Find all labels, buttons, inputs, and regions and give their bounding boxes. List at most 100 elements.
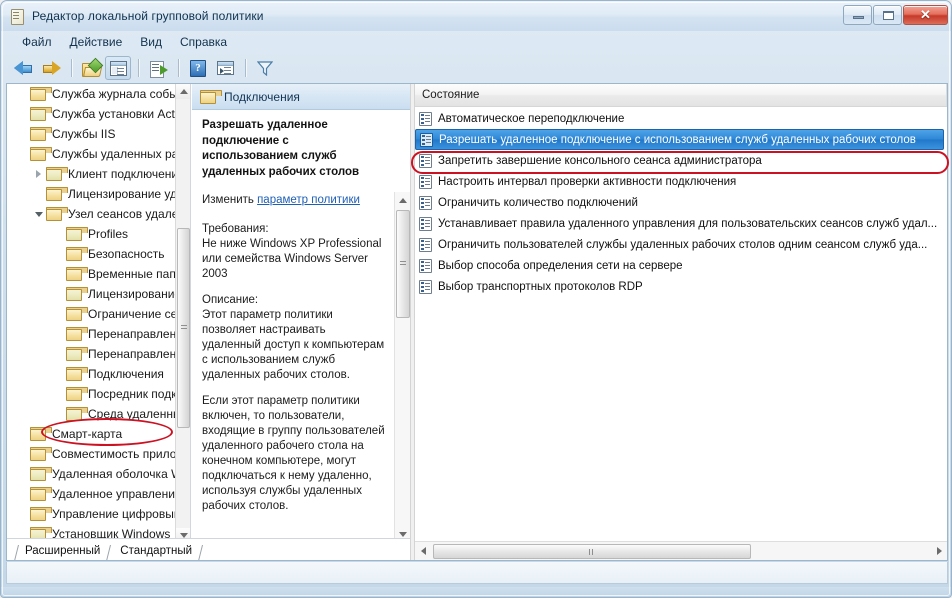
policy-row-selected[interactable]: Разрешать удаленное подключение с исполь…	[415, 129, 944, 150]
list-horizontal-scrollbar[interactable]	[415, 541, 947, 560]
close-button[interactable]: ✕	[903, 4, 948, 25]
description-scroll-up-button[interactable]	[395, 192, 410, 208]
tree-item[interactable]: Временные папк	[7, 264, 176, 284]
edit-policy-link[interactable]: параметр политики	[257, 194, 360, 206]
tree-item[interactable]: Безопасность	[7, 244, 176, 264]
console-tree[interactable]: Служба журнала событи Служба установки Ac…	[7, 84, 176, 543]
properties-button[interactable]	[212, 56, 238, 80]
folder-icon	[30, 87, 52, 101]
tree-item[interactable]: Клиент подключения	[7, 164, 176, 184]
expand-collapse-icon[interactable]	[31, 164, 46, 184]
policy-setting-icon	[419, 216, 432, 231]
tree-vertical-scrollbar[interactable]	[175, 84, 190, 543]
policy-list-pane: Состояние Автоматическое переподключение…	[415, 84, 947, 560]
tab-divider	[198, 545, 204, 560]
folder-icon	[30, 467, 52, 481]
tree-item-label: Безопасность	[88, 247, 165, 261]
tree-item-label: Удаленная оболочка Wi	[52, 467, 176, 481]
policy-row[interactable]: Запретить завершение консольного сеанса …	[415, 150, 947, 171]
tree-item[interactable]: Службы удаленных рабо	[7, 144, 176, 164]
tree-item[interactable]: Подключения	[7, 364, 176, 384]
menu-action[interactable]: Действие	[61, 33, 132, 52]
policy-row-label: Выбор способа определения сети на сервер…	[438, 259, 683, 272]
policy-row[interactable]: Устанавливает правила удаленного управле…	[415, 213, 947, 234]
policy-list-header: Состояние	[415, 84, 947, 107]
policy-list[interactable]: Автоматическое переподключение Разрешать …	[415, 108, 947, 540]
tab-standard-label: Стандартный	[120, 545, 193, 557]
tree-item[interactable]: Profiles	[7, 224, 176, 244]
list-hscroll-left-button[interactable]	[415, 543, 431, 559]
policy-row[interactable]: Автоматическое переподключение	[415, 108, 947, 129]
tree-item[interactable]: Смарт-карта	[7, 424, 176, 444]
policy-row[interactable]: Выбор способа определения сети на сервер…	[415, 255, 947, 276]
filter-button[interactable]	[252, 56, 278, 80]
tree-item[interactable]: Лицензирование	[7, 284, 176, 304]
tree-item[interactable]: Служба журнала событи	[7, 84, 176, 104]
description-scroll-thumb[interactable]	[396, 210, 410, 318]
tree-item[interactable]: Ограничение сеа	[7, 304, 176, 324]
tree-scroll-thumb[interactable]	[177, 228, 190, 428]
requirements-text: Не ниже Windows XP Professional или семе…	[202, 238, 382, 280]
tree-item[interactable]: Службы IIS	[7, 124, 176, 144]
tree-item[interactable]: Среда удаленных	[7, 404, 176, 424]
tab-extended[interactable]: Расширенный	[14, 543, 112, 560]
policy-row-label: Разрешать удаленное подключение с исполь…	[439, 133, 916, 146]
policy-row-label: Автоматическое переподключение	[438, 112, 625, 125]
folder-icon	[66, 247, 88, 261]
policy-row[interactable]: Настроить интервал проверки активности п…	[415, 171, 947, 192]
description-label: Описание:	[202, 294, 259, 306]
help-button[interactable]: ?	[185, 56, 211, 80]
minimize-button[interactable]	[843, 4, 872, 25]
title-bar[interactable]: Редактор локальной групповой политики ✕	[1, 1, 951, 31]
tree-item[interactable]: Управление цифровыми	[7, 504, 176, 524]
maximize-button[interactable]	[873, 4, 902, 25]
tree-item[interactable]: Лицензирование уда	[7, 184, 176, 204]
forward-button[interactable]	[38, 56, 64, 80]
export-list-button[interactable]	[145, 56, 171, 80]
show-hide-console-tree-button[interactable]	[105, 56, 131, 80]
tree-item[interactable]: Перенаправлени	[7, 344, 176, 364]
tree-item[interactable]: Удаленная оболочка Wi	[7, 464, 176, 484]
list-hscroll-right-button[interactable]	[931, 543, 947, 559]
description-pane: Подключения Разрешать удаленное подключе…	[192, 84, 410, 560]
list-hscroll-thumb[interactable]	[433, 544, 751, 559]
tree-item-label: Службы IIS	[52, 127, 116, 141]
menu-help[interactable]: Справка	[171, 33, 236, 52]
folder-icon	[66, 387, 88, 401]
policy-row-label: Настроить интервал проверки активности п…	[438, 175, 737, 188]
menu-file[interactable]: Файл	[13, 33, 61, 52]
tree-item[interactable]: Служба установки Activ	[7, 104, 176, 124]
folder-icon	[66, 367, 88, 381]
tree-item[interactable]: Посредник подкл	[7, 384, 176, 404]
chevron-left-icon	[420, 547, 426, 555]
tree-item-label: Лицензирование	[88, 287, 176, 301]
tree-item[interactable]: Совместимость прилож	[7, 444, 176, 464]
policy-row[interactable]: Ограничить количество подключений	[415, 192, 947, 213]
tree-item[interactable]: Удаленное управление	[7, 484, 176, 504]
back-button[interactable]	[11, 56, 37, 80]
scroll-grip-icon	[181, 325, 187, 331]
folder-icon	[30, 507, 52, 521]
description-vertical-scrollbar[interactable]	[394, 192, 410, 542]
column-header-state[interactable]: Состояние	[415, 84, 947, 106]
toolbar: ?	[5, 53, 949, 83]
policy-setting-icon	[419, 195, 432, 210]
folder-icon	[66, 267, 88, 281]
tab-standard[interactable]: Стандартный	[110, 543, 204, 560]
tree-item[interactable]: Узел сеансов удален	[7, 204, 176, 224]
tree-scroll-up-button[interactable]	[176, 84, 190, 99]
menu-view[interactable]: Вид	[131, 33, 171, 52]
tree-item[interactable]: Перенаправлени	[7, 324, 176, 344]
up-folder-button[interactable]	[78, 56, 104, 80]
toolbar-separator	[245, 59, 246, 77]
policy-row[interactable]: Ограничить пользователей службы удаленны…	[415, 234, 947, 255]
policy-row[interactable]: Выбор транспортных протоколов RDP	[415, 276, 947, 297]
expand-collapse-icon[interactable]	[31, 204, 46, 224]
